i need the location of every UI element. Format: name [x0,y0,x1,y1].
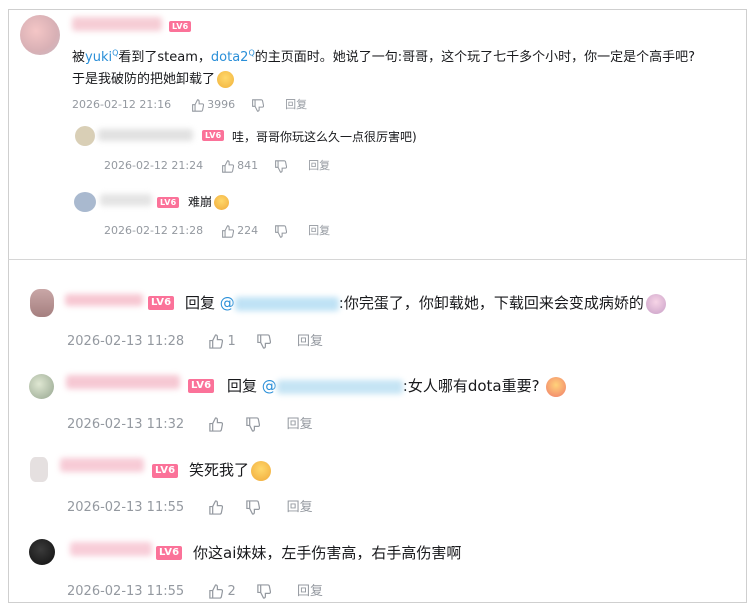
comment-text-content: 笑死我了 [189,461,250,479]
thumbs-up-icon [191,98,204,112]
username-redacted[interactable] [65,294,143,306]
username-redacted[interactable] [60,458,144,472]
thumbs-down-icon[interactable] [256,584,271,599]
username-redacted[interactable] [100,194,152,206]
avatar[interactable] [29,539,55,565]
comment-text: 被 [72,50,86,65]
thumbs-up-icon [209,500,224,515]
avatar[interactable] [74,192,96,212]
avatar[interactable] [29,374,54,399]
timestamp: 2026-02-13 11:55 [67,584,185,599]
mention-redacted[interactable] [234,296,339,311]
avatar[interactable] [30,289,54,317]
thumbs-down-icon[interactable] [274,159,287,173]
thumbs-down-icon[interactable] [274,224,287,238]
reply-button[interactable]: 回复 [285,98,307,111]
reply-button[interactable]: 回复 [297,334,323,349]
reply-prefix: 回复 [227,377,262,395]
thumbs-up-icon [221,224,234,238]
like-button[interactable]: 3996 [191,98,239,112]
comment-text: 的主页面时。她说了一句:哥哥，这个玩了七千多个小时，你一定是个高手吧? [254,50,696,65]
like-button[interactable] [208,500,227,515]
thumbs-up-icon [209,334,224,349]
timestamp: 2026-02-13 11:28 [67,334,185,349]
reply-meta: 2026-02-12 21:24 841 回复 [104,157,330,173]
like-count: 2 [227,584,236,599]
reply-button[interactable]: 回复 [308,224,330,237]
mention-redacted[interactable] [276,379,403,394]
like-count: 224 [237,224,259,237]
thumbs-down-icon[interactable] [251,98,264,112]
comment-text: 回复 @ :女人哪有dota重要? [227,375,566,397]
reply-text: 哇，哥哥你玩这么久一点很厉害吧) [232,130,417,144]
level-badge: LV6 [169,21,192,32]
thumbs-down-icon[interactable] [245,417,261,432]
username-redacted[interactable] [98,129,193,141]
thumbs-down-icon[interactable] [256,334,271,349]
thumbs-up-icon [209,584,224,599]
comment-text-line-1: 被yukiQ看到了steam，dota2Q的主页面时。她说了一句:哥哥，这个玩了… [72,46,695,65]
comment-meta: 2026-02-12 21:16 3996 回复 [72,96,307,112]
like-button[interactable]: 2 [208,584,240,599]
comment-meta: 2026-02-13 11:32 回复 [67,413,313,432]
level-badge: LV6 [202,130,225,141]
comment-meta: 2026-02-13 11:55 回复 [67,496,313,515]
level-badge: LV6 [148,296,175,310]
mention-link[interactable]: yuki [85,50,112,65]
comment-text: 于是我破防的把她卸载了 [72,72,216,87]
mention-link[interactable]: @ [262,377,277,395]
like-button[interactable]: 224 [221,224,262,238]
comment-text: 看到了steam， [118,50,211,65]
thumbs-down-icon[interactable] [245,500,261,515]
like-button[interactable]: 841 [221,159,262,173]
comment-text-line-2: 于是我破防的把她卸载了 [72,68,235,88]
username-redacted[interactable] [70,542,152,556]
reply-button[interactable]: 回复 [297,584,323,599]
emoji-icon [545,376,566,397]
comment-text: 你这ai妹妹，左手伤害高，右手高伤害啊 [193,544,462,562]
game-link[interactable]: dota2 [211,50,249,65]
reply-button[interactable]: 回复 [287,417,313,432]
reply-button[interactable]: 回复 [287,500,313,515]
emoji-icon [217,71,235,88]
timestamp: 2026-02-12 21:28 [104,224,204,237]
avatar[interactable] [30,457,48,482]
like-count: 841 [237,159,259,172]
like-count: 3996 [207,98,236,111]
level-badge: LV6 [157,197,180,208]
username-redacted[interactable] [66,375,180,389]
comment-meta: 2026-02-13 11:28 1 回复 [67,330,323,349]
username-redacted[interactable] [72,17,162,31]
comment-text-content: :女人哪有dota重要? [402,377,540,395]
avatar[interactable] [75,126,95,146]
timestamp: 2026-02-13 11:55 [67,500,185,515]
reply-button[interactable]: 回复 [308,159,330,172]
reply-meta: 2026-02-12 21:28 224 回复 [104,222,330,238]
level-badge: LV6 [156,546,183,560]
level-badge: LV6 [152,464,179,478]
timestamp: 2026-02-13 11:32 [67,417,185,432]
reply-prefix: 回复 [185,294,220,312]
like-button[interactable]: 1 [208,334,240,349]
like-count: 1 [227,334,236,349]
emoji-icon [251,460,272,481]
comment-text: 笑死我了 [189,459,272,481]
like-button[interactable] [208,417,227,432]
reply-text: 难崩 [188,193,230,210]
comment-meta: 2026-02-13 11:55 2 回复 [67,580,323,599]
comment-text: 回复 @ :你完蛋了，你卸载她，下载回来会变成病娇的 [185,292,666,314]
comment-text-content: :你完蛋了，你卸载她，下载回来会变成病娇的 [338,294,644,312]
emoji-icon [214,195,230,210]
emoji-icon [645,293,666,314]
level-badge: LV6 [188,379,215,393]
reply-text-content: 难崩 [188,195,213,209]
timestamp: 2026-02-12 21:24 [104,159,204,172]
thumbs-up-icon [209,417,224,432]
avatar[interactable] [20,15,60,55]
thumbs-up-icon [221,159,234,173]
mention-link[interactable]: @ [220,294,235,312]
timestamp: 2026-02-12 21:16 [72,98,172,111]
